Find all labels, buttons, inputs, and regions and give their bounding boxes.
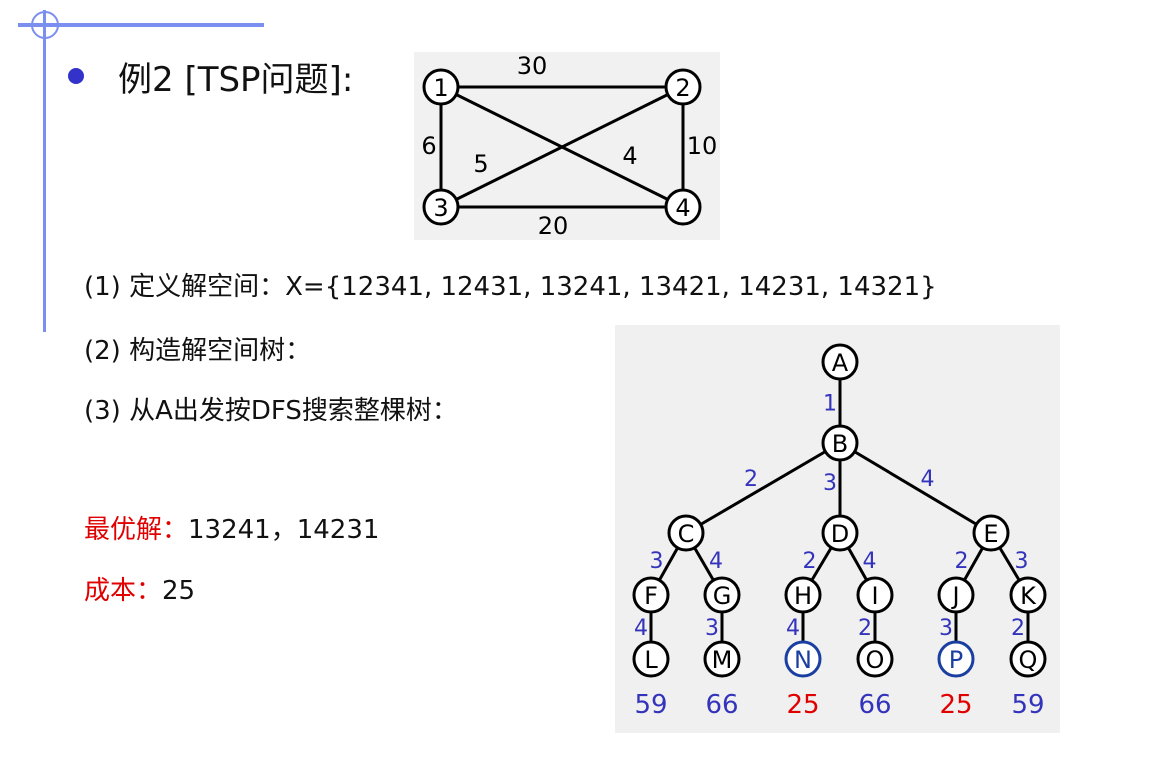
edge-weight: 20 [538,212,569,240]
tree-node-label: H [794,582,812,610]
tree-node-label: L [644,646,658,674]
optimal-label: 最优解： [84,515,189,545]
tree-edge-label: 3 [650,549,664,574]
leaf-cost: 59 [634,690,667,720]
tree-edge-label: 3 [823,471,837,496]
tree-node-label: M [712,646,733,674]
solution-space-tree: 1 2 3 4 3 4 2 4 2 3 4 3 4 2 3 2 A B C D E F G H I J K L M N O P Q 59 66 25 6… [615,325,1060,733]
step-2: (2) 构造解空间树： [84,336,312,366]
step-3: (3) 从A出发按DFS搜索整棵树： [84,396,458,426]
graph-node-label: 1 [433,74,448,102]
tsp-graph: 30 6 4 5 10 20 1 2 3 4 [414,52,720,240]
tree-edge-label: 1 [823,392,837,417]
tree-edge-label: 4 [709,549,723,574]
step-1: (1) 定义解空间：X={12341, 12431, 13241, 13421,… [84,272,937,302]
optimal-solution: 最优解：13241，14231 [84,509,379,546]
tree-edge-label: 4 [921,467,935,492]
tree-node-label: K [1020,582,1037,610]
tree-node-label: B [832,430,848,458]
graph-node-label: 4 [675,194,690,222]
tree-node-label: F [644,582,658,610]
leaf-cost: 25 [939,690,972,720]
tree-node-label: D [831,520,849,548]
cost-value: 25 [162,576,196,606]
edge-weight: 4 [622,142,637,170]
tree-edge-label: 2 [803,549,817,574]
edge-weight: 10 [687,132,718,160]
tree-node-label: G [713,582,732,610]
tree-edge-label: 2 [955,549,969,574]
tree-edge-label: 2 [1011,616,1025,641]
cost: 成本：25 [84,570,195,607]
tree-node-label: E [983,520,998,548]
tree-node-label: N [794,646,812,674]
leaf-cost: 59 [1011,690,1044,720]
bullet-icon [68,68,84,84]
tree-node-label: P [949,646,963,674]
tree-edge-label: 2 [744,467,758,492]
tree-node-label: A [832,349,849,377]
decor-circle [31,11,59,39]
tree-edge-label: 4 [634,616,648,641]
tree-edge-label: 3 [939,616,953,641]
graph-node-label: 3 [433,194,448,222]
tree-edge-label: 3 [705,616,719,641]
edge-weight: 6 [421,132,436,160]
decor-line-vertical [43,10,46,332]
tree-node-label: Q [1019,646,1038,674]
optimal-value: 13241，14231 [188,515,380,545]
tree-edge-label: 4 [786,616,800,641]
leaf-cost: 66 [705,690,738,720]
tree-node-label: I [871,582,878,610]
tree-node-label: C [678,520,695,548]
cost-label: 成本： [84,576,163,606]
leaf-cost: 25 [786,690,819,720]
tree-node-label: O [866,646,885,674]
edge-weight: 5 [473,150,488,178]
tree-edge-label: 4 [863,549,877,574]
graph-node-label: 2 [675,74,690,102]
tree-edge-label: 3 [1015,549,1029,574]
edge-weight: 30 [517,52,548,80]
slide-title: 例2 [TSP问题]: [118,60,354,100]
leaf-cost: 66 [858,690,891,720]
tree-edge-label: 2 [858,616,872,641]
tree-node-label: J [950,582,959,610]
